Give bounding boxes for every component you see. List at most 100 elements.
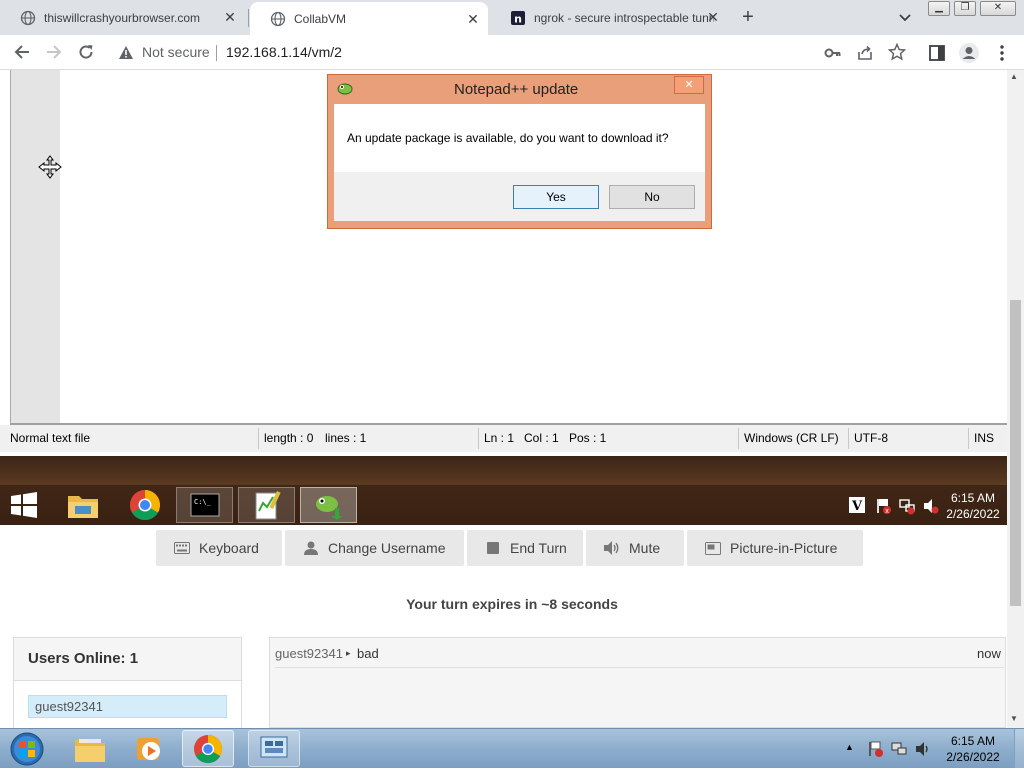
- vm-notepad-icon[interactable]: [238, 487, 295, 523]
- chameleon-icon: [336, 80, 354, 103]
- status-col: Col : 1: [524, 431, 559, 445]
- share-icon[interactable]: [856, 44, 874, 67]
- svg-text:x: x: [885, 508, 889, 515]
- chat-timestamp: now: [977, 646, 1001, 661]
- svg-text:V: V: [851, 499, 863, 514]
- warning-triangle-icon: [118, 45, 134, 65]
- chat-panel: [269, 637, 1006, 728]
- host-media-player-icon[interactable]: [124, 730, 176, 767]
- vm-tray-flag-icon[interactable]: x: [874, 497, 892, 520]
- host-remote-app-icon[interactable]: [248, 730, 300, 767]
- tab-ngrok[interactable]: n ngrok - secure introspectable tunnels …: [490, 0, 728, 35]
- vm-chrome-icon[interactable]: [116, 487, 173, 523]
- host-clock[interactable]: 6:15 AM 2/26/2022: [940, 733, 1006, 765]
- url-text[interactable]: 192.168.1.14/vm/2: [226, 44, 342, 60]
- show-desktop-button[interactable]: [1014, 729, 1024, 768]
- vm-updater-chameleon-icon[interactable]: [300, 487, 357, 523]
- tab-collabvm[interactable]: CollabVM ✕: [250, 2, 488, 35]
- mute-button[interactable]: Mute: [586, 530, 684, 566]
- no-button[interactable]: No: [609, 185, 695, 209]
- omnibox[interactable]: Not secure 192.168.1.14/vm/2: [110, 39, 907, 67]
- host-clock-date: 2/26/2022: [946, 750, 1000, 764]
- host-tray-flag-icon[interactable]: [866, 740, 884, 763]
- host-clock-time: 6:15 AM: [950, 734, 996, 748]
- svg-text:C:\_: C:\_: [194, 498, 212, 506]
- vm-cmd-icon[interactable]: C:\_: [176, 487, 233, 523]
- stop-icon: [485, 541, 501, 555]
- vm-clock[interactable]: 6:15 AM 2/26/2022: [938, 490, 1008, 522]
- key-icon[interactable]: [824, 44, 842, 67]
- picture-in-picture-button[interactable]: Picture-in-Picture: [687, 530, 863, 566]
- scrollbar-thumb[interactable]: [1010, 300, 1021, 606]
- omnibox-separator: [216, 45, 217, 61]
- status-separator: [848, 428, 849, 449]
- globe-icon: [270, 11, 286, 27]
- security-label[interactable]: Not secure: [142, 44, 210, 60]
- close-tab-icon[interactable]: ✕: [706, 10, 720, 24]
- profile-avatar-icon[interactable]: [958, 42, 980, 69]
- keyboard-icon: [174, 541, 190, 555]
- back-arrow-icon[interactable]: [12, 42, 32, 62]
- scroll-up-arrow-icon[interactable]: ▲: [1010, 72, 1018, 81]
- mouse-cursor-icon: [38, 155, 62, 184]
- show-hidden-icons-icon[interactable]: ▲: [845, 742, 854, 752]
- dialog-message: An update package is available, do you w…: [347, 131, 669, 145]
- notepad-status-bar: Normal text file length : 0 lines : 1 Ln…: [0, 425, 1007, 452]
- status-mode: INS: [974, 431, 995, 445]
- star-bookmark-icon[interactable]: [887, 42, 907, 66]
- side-panel-icon[interactable]: [928, 44, 946, 67]
- reload-icon[interactable]: [76, 42, 96, 62]
- status-separator: [968, 428, 969, 449]
- vm-file-explorer-icon[interactable]: [54, 487, 111, 523]
- change-username-button[interactable]: Change Username: [285, 530, 464, 566]
- vm-tray-v-icon[interactable]: V: [848, 496, 866, 519]
- keyboard-button[interactable]: Keyboard: [156, 530, 282, 566]
- browser-toolbar: Not secure 192.168.1.14/vm/2: [0, 35, 1024, 70]
- status-encoding: UTF-8: [854, 431, 888, 445]
- start-orb-icon[interactable]: [8, 731, 46, 767]
- speaker-icon: [604, 541, 620, 555]
- tab-title: CollabVM: [294, 11, 347, 26]
- status-separator: [258, 428, 259, 449]
- new-tab-button[interactable]: +: [736, 6, 760, 30]
- close-window-button[interactable]: ✕: [980, 1, 1016, 16]
- forward-arrow-icon[interactable]: [44, 42, 64, 62]
- scroll-down-arrow-icon[interactable]: ▼: [1010, 714, 1018, 723]
- status-separator: [738, 428, 739, 449]
- dialog-close-button[interactable]: ✕: [674, 76, 704, 94]
- status-pos: Pos : 1: [569, 431, 607, 445]
- host-tray-network-icon[interactable]: [890, 740, 908, 763]
- notepad-line-gutter: [10, 70, 60, 424]
- status-length: length : 0: [264, 431, 314, 445]
- user-list-item[interactable]: guest92341: [28, 695, 227, 718]
- vm-clock-date: 2/26/2022: [946, 507, 1000, 521]
- end-turn-button[interactable]: End Turn: [467, 530, 583, 566]
- close-tab-icon[interactable]: ✕: [223, 10, 237, 24]
- status-eol: Windows (CR LF): [744, 431, 839, 445]
- tab-separator: [248, 9, 249, 27]
- users-online-heading: Users Online: 1: [28, 650, 139, 667]
- host-tray-volume-icon[interactable]: [914, 740, 932, 763]
- minimize-button[interactable]: ▁: [928, 1, 950, 16]
- status-separator: [478, 428, 479, 449]
- host-explorer-icon[interactable]: [64, 730, 116, 767]
- globe-icon: [20, 10, 36, 26]
- restore-button[interactable]: ❐: [954, 1, 976, 16]
- tab-thiswillcrash[interactable]: thiswillcrashyourbrowser.com ✕: [0, 0, 245, 35]
- tab-title: thiswillcrashyourbrowser.com: [44, 10, 201, 25]
- chat-username: guest92341: [275, 646, 343, 661]
- vm-clock-time: 6:15 AM: [950, 491, 996, 505]
- change-username-label: Change Username: [328, 540, 446, 556]
- yes-button[interactable]: Yes: [513, 185, 599, 209]
- status-file-type: Normal text file: [10, 431, 91, 445]
- tab-search-chevron-icon[interactable]: [896, 8, 914, 26]
- ngrok-icon: n: [510, 10, 526, 26]
- host-chrome-icon[interactable]: [182, 730, 234, 767]
- end-turn-label: End Turn: [510, 540, 567, 556]
- kebab-menu-icon[interactable]: [994, 44, 1010, 67]
- vm-tray-network-icon[interactable]: [898, 497, 916, 520]
- status-ln: Ln : 1: [484, 431, 515, 445]
- close-tab-icon[interactable]: ✕: [466, 12, 480, 26]
- vm-start-windows-icon[interactable]: [6, 487, 42, 523]
- chat-divider: [275, 667, 1004, 668]
